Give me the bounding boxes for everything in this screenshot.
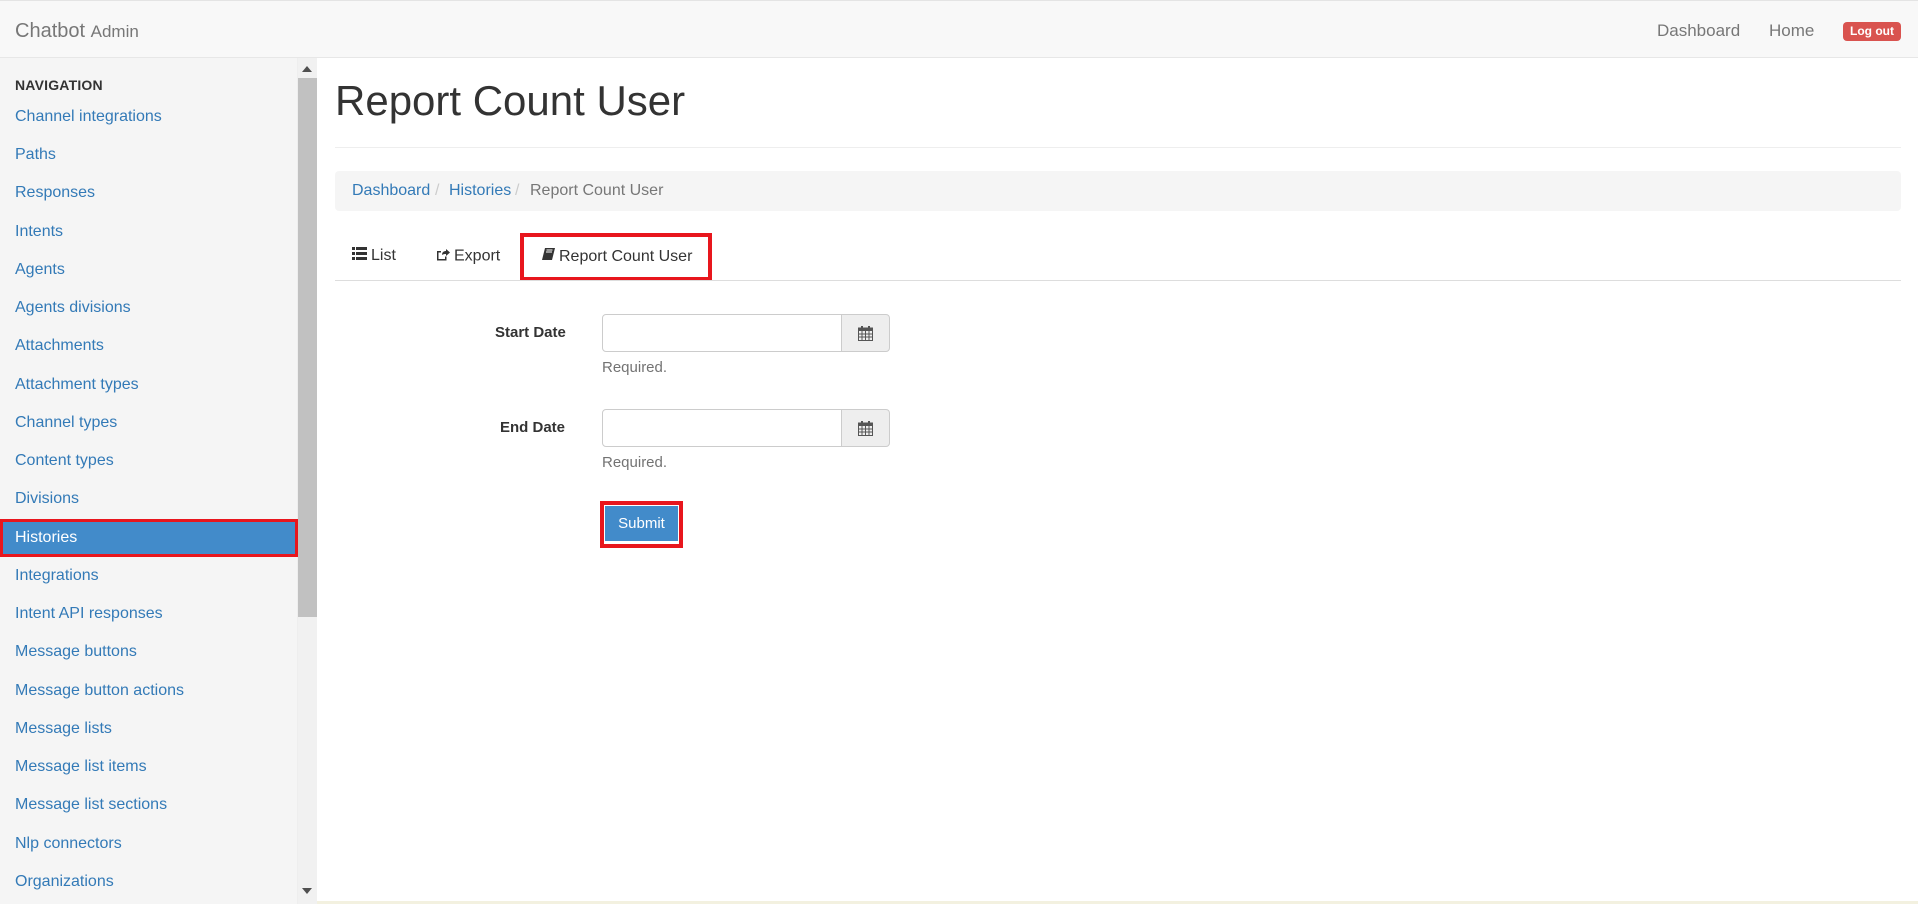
scroll-down-arrow-icon[interactable] <box>302 888 312 894</box>
breadcrumb-separator: / <box>515 182 520 199</box>
sidebar-header: NAVIGATION <box>15 77 103 93</box>
sidebar-item-message-list-items[interactable]: Message list items <box>0 748 298 786</box>
sidebar-item-channel-integrations[interactable]: Channel integrations <box>0 98 298 136</box>
breadcrumb-separator: / <box>435 182 440 199</box>
sidebar-item-histories[interactable]: Histories <box>0 519 298 557</box>
tab-label: List <box>371 247 396 265</box>
start-date-calendar-button[interactable] <box>841 314 890 352</box>
nav-link-home[interactable]: Home <box>1769 21 1814 41</box>
brand-logo[interactable]: Chatbot Admin <box>15 20 139 43</box>
sidebar-item-agents[interactable]: Agents <box>0 251 298 289</box>
sidebar-item-message-button-actions[interactable]: Message button actions <box>0 672 298 710</box>
brand-title: Chatbot <box>15 20 86 42</box>
logout-button[interactable]: Log out <box>1843 22 1901 41</box>
breadcrumb: Dashboard / Histories / Report Count Use… <box>335 171 1901 211</box>
share-square-icon <box>435 247 450 266</box>
end-date-help: Required. <box>602 454 668 471</box>
sidebar: NAVIGATION Channel integrations Paths Re… <box>0 58 298 904</box>
sidebar-item-paths[interactable]: Paths <box>0 136 298 174</box>
start-date-group <box>602 314 890 352</box>
tab-export[interactable]: Export <box>435 247 500 266</box>
tabs-divider <box>335 280 1901 281</box>
page-title: Report Count User <box>335 77 686 124</box>
end-date-group <box>602 409 890 447</box>
end-date-label: End Date <box>500 419 566 436</box>
sidebar-item-responses[interactable]: Responses <box>0 174 298 212</box>
breadcrumb-current: Report Count User <box>530 182 664 199</box>
sidebar-item-message-buttons[interactable]: Message buttons <box>0 633 298 671</box>
top-navbar: Chatbot Admin Dashboard Home Log out <box>0 0 1918 58</box>
brand-subtitle: Admin <box>90 22 139 41</box>
sidebar-item-intent-api-responses[interactable]: Intent API responses <box>0 595 298 633</box>
tab-list[interactable]: List <box>352 247 396 265</box>
title-divider <box>335 147 1901 148</box>
start-date-input[interactable] <box>602 314 842 352</box>
nav-link-dashboard[interactable]: Dashboard <box>1657 21 1740 41</box>
list-icon <box>352 247 367 265</box>
sidebar-item-integrations[interactable]: Integrations <box>0 557 298 595</box>
calendar-icon <box>858 420 873 436</box>
calendar-icon <box>858 325 873 341</box>
sidebar-item-channel-types[interactable]: Channel types <box>0 404 298 442</box>
submit-button[interactable]: Submit <box>605 506 678 543</box>
sidebar-item-message-lists[interactable]: Message lists <box>0 710 298 748</box>
sidebar-item-nlp-connectors[interactable]: Nlp connectors <box>0 825 298 863</box>
sidebar-item-content-types[interactable]: Content types <box>0 442 298 480</box>
breadcrumb-histories[interactable]: Histories <box>449 171 511 211</box>
sidebar-item-attachment-types[interactable]: Attachment types <box>0 366 298 404</box>
submit-highlight: Submit <box>600 501 683 548</box>
scrollbar-thumb[interactable] <box>298 78 317 617</box>
sidebar-item-message-list-sections[interactable]: Message list sections <box>0 786 298 824</box>
sidebar-scrollbar[interactable] <box>298 58 317 904</box>
start-date-help: Required. <box>602 359 668 376</box>
sidebar-item-attachments[interactable]: Attachments <box>0 327 298 365</box>
sidebar-item-intents[interactable]: Intents <box>0 213 298 251</box>
sidebar-item-organizations[interactable]: Organizations <box>0 863 298 901</box>
scroll-up-arrow-icon[interactable] <box>302 66 312 72</box>
tab-label: Report Count User <box>559 248 693 266</box>
end-date-input[interactable] <box>602 409 842 447</box>
tab-report-count-user[interactable]: Report Count User <box>520 233 712 281</box>
tab-label: Export <box>454 247 501 265</box>
sidebar-item-agents-divisions[interactable]: Agents divisions <box>0 289 298 327</box>
end-date-calendar-button[interactable] <box>841 409 890 447</box>
start-date-label: Start Date <box>495 324 566 341</box>
breadcrumb-dashboard[interactable]: Dashboard <box>352 171 430 211</box>
book-icon <box>542 237 555 277</box>
sidebar-item-divisions[interactable]: Divisions <box>0 480 298 518</box>
